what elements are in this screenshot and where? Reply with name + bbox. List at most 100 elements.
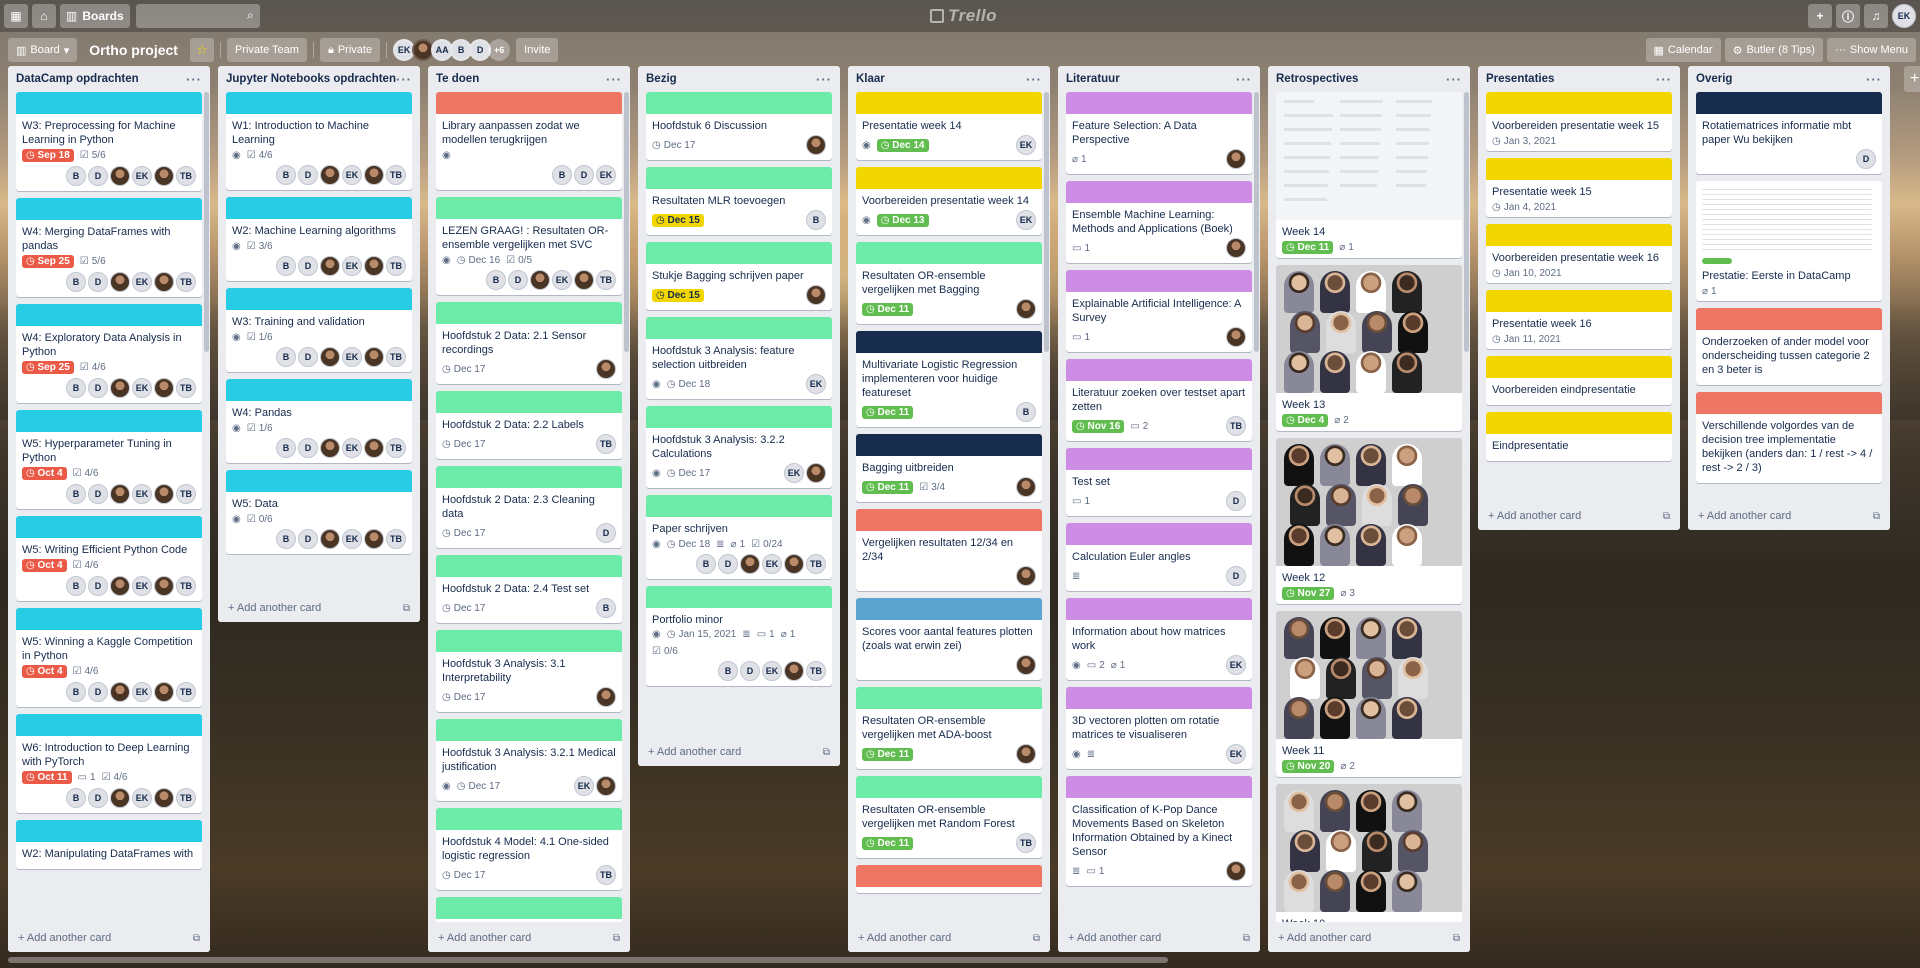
member-avatar[interactable]	[364, 347, 384, 367]
boards-button[interactable]: ▥ Boards	[60, 4, 130, 28]
member-avatar[interactable]: D	[1856, 149, 1876, 169]
member-avatar[interactable]: TB	[176, 484, 196, 504]
list-title[interactable]: DataCamp opdrachten	[16, 73, 139, 85]
list-menu-icon[interactable]: ···	[816, 72, 832, 87]
card[interactable]: Calculation Euler angles ≣ D	[1066, 523, 1252, 591]
due-date-badge[interactable]: ◷ Sep 25	[22, 255, 74, 268]
member-avatar[interactable]: B	[66, 682, 86, 702]
list-header[interactable]: Te doen ···	[428, 66, 630, 92]
member-avatar[interactable]	[806, 285, 826, 305]
member-avatar[interactable]: B	[276, 347, 296, 367]
board-title[interactable]: Ortho project	[83, 42, 184, 58]
due-date-badge[interactable]: ◷ Oct 11	[22, 771, 72, 784]
list-header[interactable]: DataCamp opdrachten ···	[8, 66, 210, 92]
member-avatar[interactable]: B	[276, 438, 296, 458]
member-avatar[interactable]	[1226, 861, 1246, 881]
due-date-badge[interactable]: ◷ Dec 13	[876, 213, 929, 227]
calendar-button[interactable]: ▦ Calendar	[1645, 38, 1721, 62]
list-scrollbar[interactable]	[1464, 92, 1469, 352]
add-card-button[interactable]: + Add another card ⧉	[1478, 502, 1680, 530]
due-date-badge[interactable]: ◷ Dec 15	[652, 288, 704, 302]
list-header[interactable]: Overig ···	[1688, 66, 1890, 92]
list-menu-icon[interactable]: ···	[1656, 72, 1672, 87]
member-avatar[interactable]	[784, 554, 804, 574]
member-avatar[interactable]: EK	[132, 576, 152, 596]
template-icon[interactable]: ⧉	[823, 747, 830, 758]
member-avatar[interactable]: EK	[806, 374, 826, 394]
trello-logo[interactable]: Trello	[930, 6, 997, 26]
member-avatar[interactable]: TB	[386, 256, 406, 276]
member-avatar[interactable]: D	[1226, 566, 1246, 586]
card[interactable]: Week 10◉◷ Nov 13⌀2	[1276, 784, 1462, 922]
notifications-button[interactable]: ♫	[1864, 4, 1888, 28]
member-avatar[interactable]: EK	[574, 776, 594, 796]
card[interactable]: Hoofdstuk 4 Model: 4.1 One-sided logisti…	[436, 808, 622, 890]
due-date-badge[interactable]: ◷ Dec 11	[862, 747, 914, 761]
due-date-badge[interactable]: ◷ Nov 16	[1072, 419, 1125, 433]
card[interactable]: Resultaten OR-ensemble vergelijken met A…	[856, 687, 1042, 769]
member-avatar[interactable]: EK	[132, 272, 152, 292]
card[interactable]: W2: Manipulating DataFrames with	[16, 820, 202, 869]
card[interactable]: Onderzoeken of ander model voor ondersch…	[1696, 308, 1882, 385]
list-scrollbar[interactable]	[1044, 92, 1049, 352]
list-menu-icon[interactable]: ···	[1866, 72, 1882, 87]
member-avatar[interactable]: B	[696, 554, 716, 574]
member-avatar[interactable]: EK	[132, 682, 152, 702]
member-avatar[interactable]	[110, 576, 130, 596]
card[interactable]: Presentatie week 14 ◉ ◷ Dec 14 EK	[856, 92, 1042, 160]
card[interactable]: W3: Training and validation ◉ ☑ 1/6 B D EK TB	[226, 288, 412, 372]
member-avatar[interactable]: B	[66, 378, 86, 398]
member-avatar[interactable]: D	[298, 165, 318, 185]
template-icon[interactable]: ⧉	[613, 933, 620, 944]
star-board-button[interactable]: ☆	[189, 38, 214, 62]
list-scrollbar[interactable]	[204, 92, 209, 352]
card[interactable]: Hoofdstuk 3 Analysis: 3.2.1 Medical just…	[436, 719, 622, 801]
list-header[interactable]: Jupyter Notebooks opdrachten ···	[218, 66, 420, 92]
member-avatar[interactable]: TB	[176, 166, 196, 186]
member-avatar[interactable]: EK	[132, 788, 152, 808]
member-avatar[interactable]: EK	[552, 270, 572, 290]
butler-button[interactable]: ⚙ Butler (8 Tips)	[1724, 38, 1823, 62]
member-avatar[interactable]: EK	[342, 165, 362, 185]
card[interactable]: Multivariate Logistic Regression impleme…	[856, 331, 1042, 427]
member-avatar[interactable]: EK	[342, 438, 362, 458]
list-header[interactable]: Retrospectives ···	[1268, 66, 1470, 92]
member-avatar[interactable]	[364, 529, 384, 549]
board-view-switcher[interactable]: ▥ Board ▾	[8, 38, 78, 62]
list-menu-icon[interactable]: ···	[1446, 72, 1462, 87]
member-avatar[interactable]: TB	[596, 865, 616, 885]
member-avatar[interactable]: TB	[1016, 833, 1036, 853]
member-avatar[interactable]	[596, 687, 616, 707]
member-avatar[interactable]	[364, 256, 384, 276]
card[interactable]: Rotatiematrices informatie mbt paper Wu …	[1696, 92, 1882, 174]
member-avatar[interactable]	[320, 529, 340, 549]
search-input[interactable]: ⌕	[135, 4, 260, 28]
create-button[interactable]: +	[1807, 4, 1832, 28]
card[interactable]: Eindpresentatie	[1486, 412, 1672, 461]
member-avatar[interactable]	[320, 165, 340, 185]
member-avatar[interactable]: B	[276, 529, 296, 549]
member-avatar[interactable]	[1016, 655, 1036, 675]
add-list-button[interactable]: +	[1904, 66, 1920, 92]
member-avatar[interactable]: B	[806, 210, 826, 230]
member-avatar[interactable]: B	[66, 166, 86, 186]
card[interactable]: Voorbereiden presentatie week 15 ◷ Jan 3, …	[1486, 92, 1672, 151]
card[interactable]	[436, 897, 622, 922]
card[interactable]: Hoofdstuk 6 Discussion ◷ Dec 17	[646, 92, 832, 160]
home-button[interactable]: ⌂	[32, 4, 56, 28]
member-avatar[interactable]: D	[298, 256, 318, 276]
list-header[interactable]: Bezig ···	[638, 66, 840, 92]
due-date-badge[interactable]: ◷ Dec 11	[862, 836, 914, 850]
card[interactable]	[856, 865, 1042, 893]
horizontal-scrollbar[interactable]	[0, 956, 1920, 964]
list-title[interactable]: Jupyter Notebooks opdrachten	[226, 73, 396, 85]
card[interactable]: Hoofdstuk 3 Analysis: feature selection …	[646, 317, 832, 399]
member-avatar[interactable]	[154, 788, 174, 808]
member-avatar[interactable]	[110, 682, 130, 702]
card[interactable]: Stukje Bagging schrijven paper ◷ Dec 15	[646, 242, 832, 310]
card[interactable]: Feature Selection: A Data Perspective ⌀ 1	[1066, 92, 1252, 174]
card[interactable]: Resultaten MLR toevoegen ◷ Dec 15 B	[646, 167, 832, 235]
card[interactable]: Resultaten OR-ensemble vergelijken met B…	[856, 242, 1042, 324]
list-menu-icon[interactable]: ···	[606, 72, 622, 87]
list-header[interactable]: Presentaties ···	[1478, 66, 1680, 92]
